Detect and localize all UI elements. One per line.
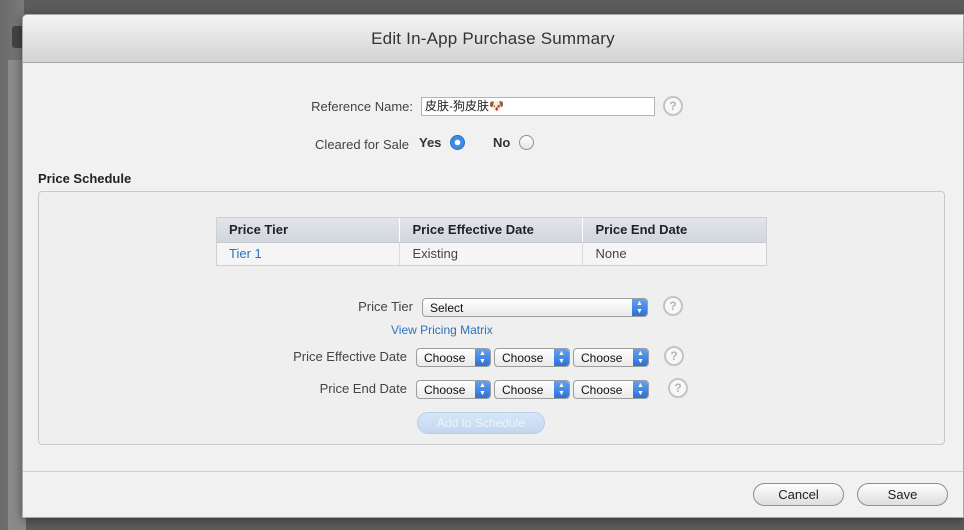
effective-date-label: Price Effective Date: [293, 349, 407, 364]
price-tier-select-value: Select: [430, 301, 464, 315]
dialog-title: Edit In-App Purchase Summary: [371, 29, 615, 48]
select-value: Choose: [424, 383, 466, 397]
end-day-select[interactable]: Choose ▲ ▼: [494, 380, 570, 399]
edit-iap-dialog: Edit In-App Purchase Summary Reference N…: [22, 14, 964, 518]
effective-year-select[interactable]: Choose ▲ ▼: [573, 348, 649, 367]
table-header-row: Price Tier Price Effective Date Price En…: [216, 217, 767, 243]
updown-chevron-icon: ▲ ▼: [475, 381, 490, 398]
end-month-select[interactable]: Choose ▲ ▼: [416, 380, 491, 399]
tier-link[interactable]: Tier 1: [216, 242, 399, 266]
select-value: Choose: [424, 351, 466, 365]
updown-chevron-icon: ▲ ▼: [475, 349, 490, 366]
end-date-label: Price End Date: [319, 381, 407, 396]
updown-chevron-icon: ▲ ▼: [554, 381, 569, 398]
cleared-no-label: No: [493, 135, 511, 150]
save-button[interactable]: Save: [857, 483, 948, 506]
effective-day-select[interactable]: Choose ▲ ▼: [494, 348, 570, 367]
updown-chevron-icon: ▲ ▼: [633, 349, 648, 366]
select-value: Choose: [502, 383, 544, 397]
select-value: Choose: [502, 351, 544, 365]
view-pricing-matrix-link[interactable]: View Pricing Matrix: [391, 323, 493, 337]
table-row: Tier 1 Existing None: [216, 242, 767, 266]
select-value: Choose: [581, 383, 623, 397]
price-schedule-table: Price Tier Price Effective Date Price En…: [216, 217, 767, 266]
updown-chevron-icon: ▲ ▼: [633, 381, 648, 398]
column-header: Price End Date: [581, 217, 767, 243]
reference-help-icon[interactable]: ?: [663, 96, 683, 116]
cancel-button[interactable]: Cancel: [753, 483, 844, 506]
dialog-titlebar: Edit In-App Purchase Summary: [23, 15, 963, 63]
column-header: Price Tier: [216, 217, 399, 243]
footer-divider: [23, 471, 963, 472]
table-cell: Existing: [398, 242, 582, 266]
add-to-schedule-button[interactable]: Add to Schedule: [417, 412, 545, 434]
end-date-help-icon[interactable]: ?: [668, 378, 688, 398]
table-cell: None: [581, 242, 767, 266]
cleared-yes-radio[interactable]: [450, 135, 465, 150]
cleared-for-sale-label: Cleared for Sale: [315, 137, 409, 152]
price-tier-select[interactable]: Select ▲ ▼: [422, 298, 648, 317]
price-schedule-heading: Price Schedule: [38, 171, 132, 186]
updown-chevron-icon: ▲ ▼: [554, 349, 569, 366]
price-tier-help-icon[interactable]: ?: [663, 296, 683, 316]
reference-name-input[interactable]: 皮肤-狗皮肤🐶: [421, 97, 655, 116]
effective-date-help-icon[interactable]: ?: [664, 346, 684, 366]
updown-chevron-icon: ▲ ▼: [632, 299, 647, 316]
cleared-no-radio[interactable]: [519, 135, 534, 150]
effective-month-select[interactable]: Choose ▲ ▼: [416, 348, 491, 367]
price-tier-label: Price Tier: [358, 299, 413, 314]
select-value: Choose: [581, 351, 623, 365]
end-year-select[interactable]: Choose ▲ ▼: [573, 380, 649, 399]
column-header: Price Effective Date: [398, 217, 582, 243]
reference-name-label: Reference Name:: [311, 99, 413, 114]
cleared-yes-label: Yes: [419, 135, 442, 150]
